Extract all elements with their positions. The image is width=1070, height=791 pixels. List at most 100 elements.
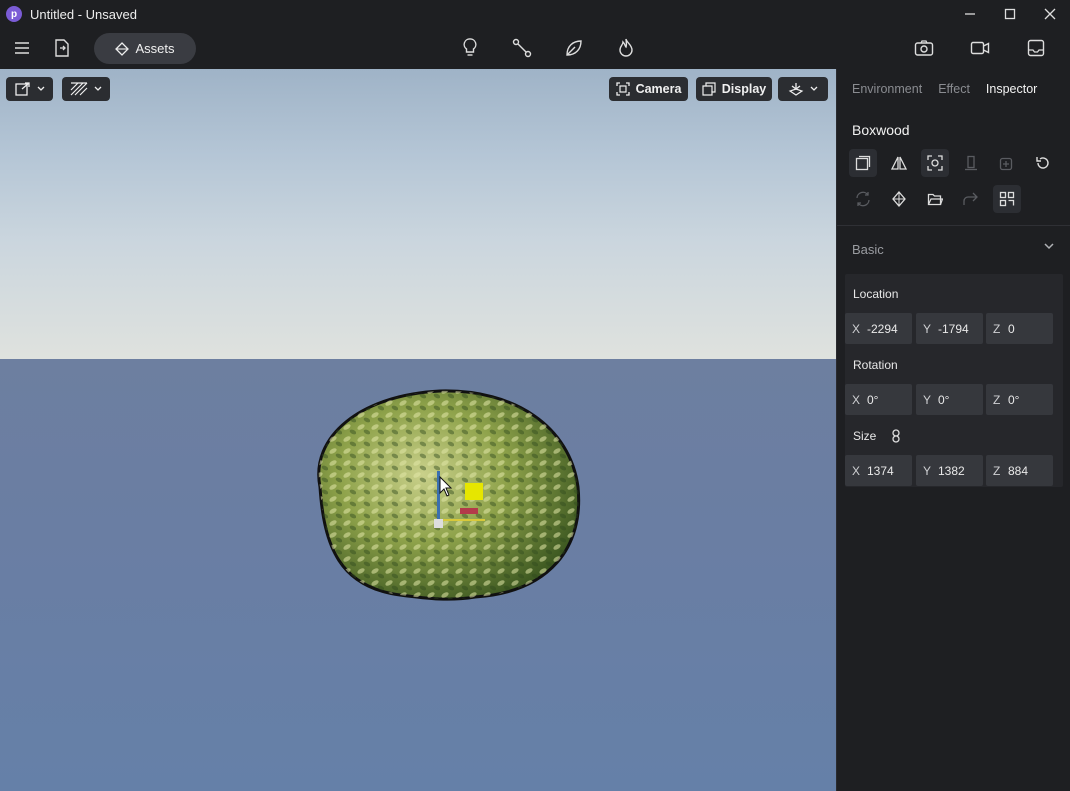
axis-label: X: [852, 321, 861, 336]
size-x-field[interactable]: X 1374: [845, 455, 912, 486]
replace-button[interactable]: [849, 185, 877, 213]
rotation-z-field[interactable]: Z 0°: [986, 384, 1053, 415]
file-import-icon: [55, 39, 69, 57]
gizmo-origin[interactable]: [434, 519, 443, 528]
axis-label: X: [852, 463, 861, 478]
add-to-assets-button[interactable]: [885, 185, 913, 213]
section-divider: [837, 225, 1070, 226]
location-y-field[interactable]: Y -1794: [916, 313, 983, 344]
camera-button[interactable]: Camera: [609, 77, 688, 101]
light-tool-button[interactable]: [456, 34, 484, 62]
open-folder-button[interactable]: [921, 185, 949, 213]
minimize-icon: [965, 13, 975, 15]
gizmo-y-handle[interactable]: [465, 483, 483, 500]
focus-button[interactable]: [921, 149, 949, 177]
mirror-icon: [891, 156, 907, 170]
field-value: 0°: [938, 392, 950, 407]
size-label: Size: [853, 429, 877, 443]
title-bar: p Untitled - Unsaved: [0, 0, 1070, 28]
reset-button[interactable]: [1029, 149, 1057, 177]
section-title-basic[interactable]: Basic: [852, 242, 884, 257]
effects-tool-button[interactable]: [612, 34, 640, 62]
axis-label: Z: [993, 392, 1001, 407]
leaf-icon: [566, 40, 582, 56]
assets-button[interactable]: Assets: [94, 33, 196, 64]
gizmo-x-axis[interactable]: [440, 519, 485, 521]
chevron-down-icon[interactable]: [1044, 243, 1054, 250]
export-button[interactable]: [957, 185, 985, 213]
axis-label: X: [852, 392, 861, 407]
field-value: 1374: [867, 463, 894, 478]
minimize-button[interactable]: [950, 0, 990, 28]
maximize-icon: [1004, 8, 1016, 20]
screenshot-button[interactable]: [910, 34, 938, 62]
3d-viewport[interactable]: Camera Display: [0, 69, 836, 791]
quality-dropdown[interactable]: [62, 77, 110, 101]
camera-focus-icon: [615, 82, 630, 96]
maximize-button[interactable]: [990, 0, 1030, 28]
close-button[interactable]: [1030, 0, 1070, 28]
undo-rotate-icon: [1036, 157, 1049, 169]
tab-environment[interactable]: Environment: [852, 82, 922, 96]
focus-target-icon: [927, 155, 943, 171]
vegetation-tool-button[interactable]: [560, 34, 588, 62]
basic-properties: Location X -2294 Y -1794 Z0 Rotation X 0° Y…: [845, 274, 1063, 487]
camera-icon: [914, 40, 934, 56]
field-value: -2294: [867, 321, 898, 336]
axis-label: Y: [923, 463, 932, 478]
duplicate-icon: [855, 155, 871, 171]
video-button[interactable]: [966, 34, 994, 62]
asset-star-icon: [892, 191, 906, 207]
inspector-panel: Environment Effect Inspector Boxwood Bas…: [836, 69, 1070, 791]
ground-button[interactable]: [957, 149, 985, 177]
render-output-button[interactable]: [1022, 34, 1050, 62]
qr-button[interactable]: [993, 185, 1021, 213]
display-label: Display: [721, 82, 767, 96]
size-z-field[interactable]: Z 884: [986, 455, 1053, 486]
field-value: 0: [1008, 321, 1015, 336]
group-button[interactable]: [993, 149, 1021, 177]
object-name: Boxwood: [852, 122, 910, 138]
gizmo-x-handle[interactable]: [460, 508, 478, 514]
tab-inspector[interactable]: Inspector: [986, 82, 1037, 96]
axis-label: Z: [993, 321, 1001, 336]
location-z-field[interactable]: Z0: [986, 313, 1053, 344]
video-camera-icon: [970, 41, 990, 55]
axis-label: Y: [923, 321, 932, 336]
path-nodes-icon: [512, 38, 532, 58]
edit-mode-dropdown[interactable]: [6, 77, 53, 101]
app-logo-icon: p: [6, 6, 22, 22]
tab-effect[interactable]: Effect: [938, 82, 970, 96]
chevron-down-icon: [37, 86, 44, 91]
field-value: 0°: [1008, 392, 1020, 407]
edit-external-icon: [14, 82, 30, 96]
window-title: Untitled - Unsaved: [30, 6, 137, 22]
rotation-x-field[interactable]: X 0°: [845, 384, 912, 415]
chevron-down-icon: [810, 86, 818, 91]
sky-background: [0, 69, 836, 359]
import-button[interactable]: [48, 34, 76, 62]
snap-dropdown[interactable]: [778, 77, 828, 101]
rotation-y-field[interactable]: Y 0°: [916, 384, 983, 415]
display-button[interactable]: Display: [696, 77, 772, 101]
transform-gizmo[interactable]: [432, 471, 492, 531]
field-value: 0°: [867, 392, 879, 407]
share-forward-icon: [963, 192, 978, 205]
link-proportions-icon[interactable]: [890, 429, 902, 443]
axis-label: Y: [923, 392, 932, 407]
cube-display-icon: [702, 82, 716, 96]
camera-label: Camera: [635, 82, 682, 96]
inbox-tray-icon: [1027, 39, 1045, 57]
path-tool-button[interactable]: [508, 34, 536, 62]
mirror-button[interactable]: [885, 149, 913, 177]
size-y-field[interactable]: Y 1382: [916, 455, 983, 486]
assets-label: Assets: [135, 41, 175, 56]
location-x-field[interactable]: X -2294: [845, 313, 912, 344]
close-icon: [1044, 8, 1056, 20]
menu-button[interactable]: [8, 34, 36, 62]
axis-label: Z: [993, 463, 1001, 478]
chevron-down-icon: [94, 86, 102, 91]
panel-tabs: Environment Effect Inspector: [852, 82, 1037, 96]
duplicate-button[interactable]: [849, 149, 877, 177]
group-add-icon: [999, 157, 1013, 171]
